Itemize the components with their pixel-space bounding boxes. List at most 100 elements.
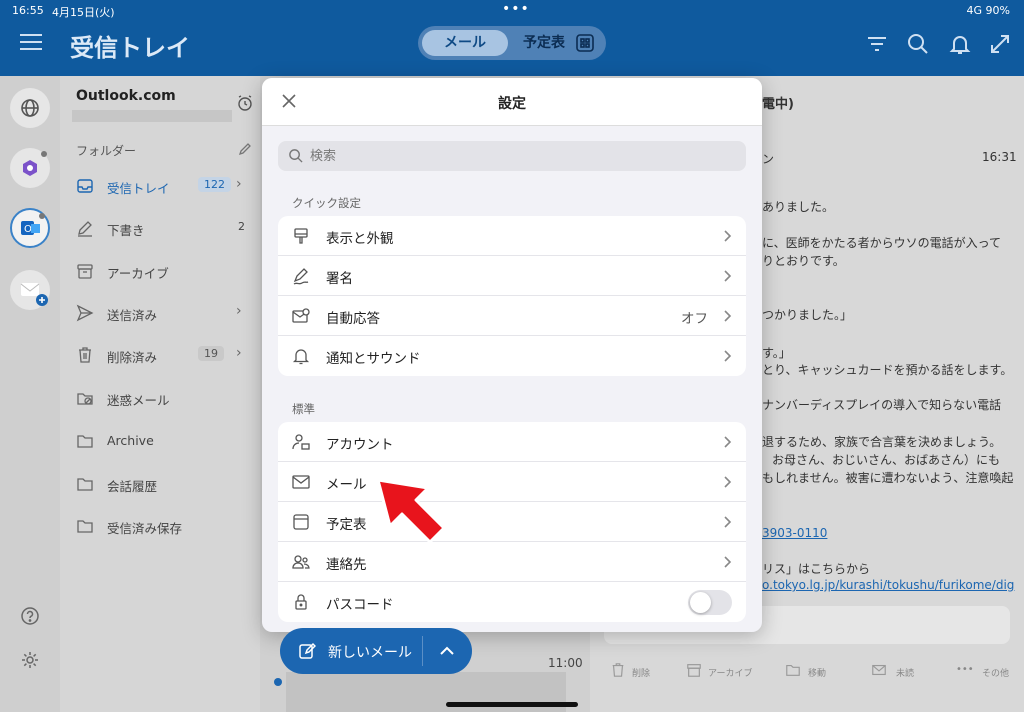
- reader-line: リス」はこちらから: [762, 562, 871, 576]
- signature-pen-icon: [293, 268, 309, 285]
- setting-auto-reply[interactable]: 自動応答 オフ: [278, 296, 746, 336]
- setting-label: アカウント: [326, 437, 394, 453]
- compose-icon: [299, 642, 316, 659]
- status-date: 4月15日(火): [52, 6, 115, 19]
- reader-line: もしれません。被害に遭わないよう、注意喚起: [762, 471, 1014, 485]
- chevron-right-icon[interactable]: ›: [236, 176, 242, 192]
- tab-calendar[interactable]: 予定表: [514, 30, 574, 56]
- home-indicator[interactable]: [446, 702, 578, 707]
- reader-line: す。」: [762, 346, 791, 360]
- reader-sender: ン: [762, 152, 775, 166]
- folder-item-junk[interactable]: 迷惑メール: [76, 387, 256, 411]
- setting-label: 自動応答: [326, 311, 380, 327]
- outlook-account-avatar[interactable]: O: [10, 208, 50, 248]
- setting-label: 予定表: [326, 517, 367, 533]
- folder-icon: [77, 435, 93, 448]
- page-title: 受信トレイ: [70, 34, 190, 62]
- tab-mail[interactable]: メール: [422, 30, 508, 56]
- delete-action[interactable]: 削除: [610, 662, 670, 681]
- status-bar: 16:55 4月15日(火) ••• 4G 90%: [0, 0, 1024, 22]
- setting-label: 署名: [326, 271, 353, 287]
- folder-panel: Outlook.com フォルダー 受信トレイ 122 › 下書き 2 アーカイ…: [60, 76, 260, 712]
- account-person-icon: [292, 434, 310, 450]
- reader-line: 退するため、家族で合言葉を決めましょう。: [762, 435, 1002, 449]
- folder-item-drafts[interactable]: 下書き 2: [76, 217, 256, 241]
- folders-heading: フォルダー: [76, 144, 137, 158]
- reader-line: ありました。: [762, 200, 835, 214]
- folder-item-sent[interactable]: 送信済み ›: [76, 302, 256, 326]
- folder-label: 受信済み保存: [107, 521, 183, 536]
- setting-contacts[interactable]: 連絡先: [278, 542, 746, 582]
- setting-calendar[interactable]: 予定表: [278, 502, 746, 542]
- folder-item-archive-jp[interactable]: アーカイブ: [76, 260, 256, 284]
- archive-action[interactable]: アーカイブ: [686, 662, 766, 681]
- setting-appearance[interactable]: 表示と外観: [278, 216, 746, 256]
- setting-mail[interactable]: メール: [278, 462, 746, 502]
- reader-url-link[interactable]: o.tokyo.lg.jp/kurashi/tokushu/furikome/d…: [762, 578, 1014, 592]
- mail-calendar-switcher: メール 予定表: [418, 26, 606, 60]
- fab-divider: [422, 636, 423, 666]
- move-action[interactable]: 移動: [784, 662, 844, 681]
- envelope-icon: [872, 664, 886, 676]
- account-rail: O: [0, 76, 60, 712]
- settings-gear-icon[interactable]: [20, 650, 40, 670]
- more-dots-icon: •••: [956, 664, 974, 675]
- apps-grid-icon[interactable]: [576, 34, 594, 52]
- inbox-icon: [77, 179, 93, 193]
- folder-item-conversation-history[interactable]: 会話履歴: [76, 473, 256, 497]
- search-icon[interactable]: [906, 32, 930, 56]
- folder-item-inbox[interactable]: 受信トレイ 122 ›: [76, 175, 256, 199]
- settings-search: [278, 141, 746, 171]
- reader-phone-link[interactable]: 3903-0110: [762, 526, 827, 540]
- status-battery: 4G 90%: [966, 4, 1010, 17]
- folder-item-received-saved[interactable]: 受信済み保存: [76, 515, 256, 539]
- copilot-icon[interactable]: [10, 148, 50, 188]
- settings-search-input[interactable]: [310, 146, 730, 166]
- bell-icon[interactable]: [948, 32, 972, 56]
- folder-item-archive[interactable]: Archive: [76, 430, 256, 454]
- setting-account[interactable]: アカウント: [278, 422, 746, 462]
- filter-icon[interactable]: [865, 32, 889, 56]
- quick-settings-group: 表示と外観 署名 自動応答 オフ 通知とサウンド: [278, 216, 746, 376]
- help-icon[interactable]: [20, 606, 40, 626]
- message-time: 11:00: [548, 656, 583, 670]
- draft-pencil-icon: [78, 221, 92, 237]
- chevron-right-icon[interactable]: ›: [236, 345, 242, 361]
- multitask-dots-icon[interactable]: •••: [502, 1, 530, 17]
- setting-notifications[interactable]: 通知とサウンド: [278, 336, 746, 376]
- folder-label: 送信済み: [107, 308, 158, 323]
- hamburger-menu-icon[interactable]: [20, 34, 42, 52]
- annotation-arrow-icon: [376, 478, 446, 544]
- globe-icon[interactable]: [10, 88, 50, 128]
- chevron-right-icon: [724, 230, 732, 242]
- alarm-icon[interactable]: [236, 94, 254, 112]
- account-email-redacted: [72, 110, 232, 122]
- reader-line: とり、キャッシュカードを預かる話をします。: [762, 363, 1013, 377]
- new-mail-button[interactable]: 新しいメール: [280, 628, 472, 674]
- setting-label: 通知とサウンド: [326, 351, 421, 367]
- archive-box-icon: [687, 664, 701, 677]
- folder-count: 2: [238, 220, 245, 233]
- chevron-right-icon: [724, 270, 732, 282]
- setting-signature[interactable]: 署名: [278, 256, 746, 296]
- passcode-toggle[interactable]: [688, 590, 732, 615]
- folder-label: Archive: [107, 433, 154, 448]
- chevron-right-icon[interactable]: ›: [236, 303, 242, 319]
- setting-value: オフ: [681, 311, 708, 327]
- edit-pencil-icon[interactable]: [238, 142, 252, 156]
- folder-count: 19: [198, 346, 224, 361]
- status-time: 16:55: [12, 4, 44, 17]
- add-mail-account-icon[interactable]: [10, 270, 50, 310]
- chevron-up-icon[interactable]: [438, 643, 456, 659]
- reader-subject: 電中): [762, 97, 794, 112]
- folder-item-deleted[interactable]: 削除済み 19 ›: [76, 344, 256, 368]
- reader-line: に、医師をかたる者からウソの電話が入って: [762, 236, 1002, 250]
- settings-title: 設定: [498, 96, 526, 112]
- folder-icon: [77, 478, 93, 491]
- unread-action[interactable]: 未読: [870, 662, 930, 681]
- expand-icon[interactable]: [988, 32, 1012, 56]
- search-icon: [289, 149, 303, 163]
- setting-passcode: パスコード: [278, 582, 746, 622]
- setting-label: パスコード: [326, 597, 394, 613]
- reader-line: つかりました。」: [762, 308, 853, 322]
